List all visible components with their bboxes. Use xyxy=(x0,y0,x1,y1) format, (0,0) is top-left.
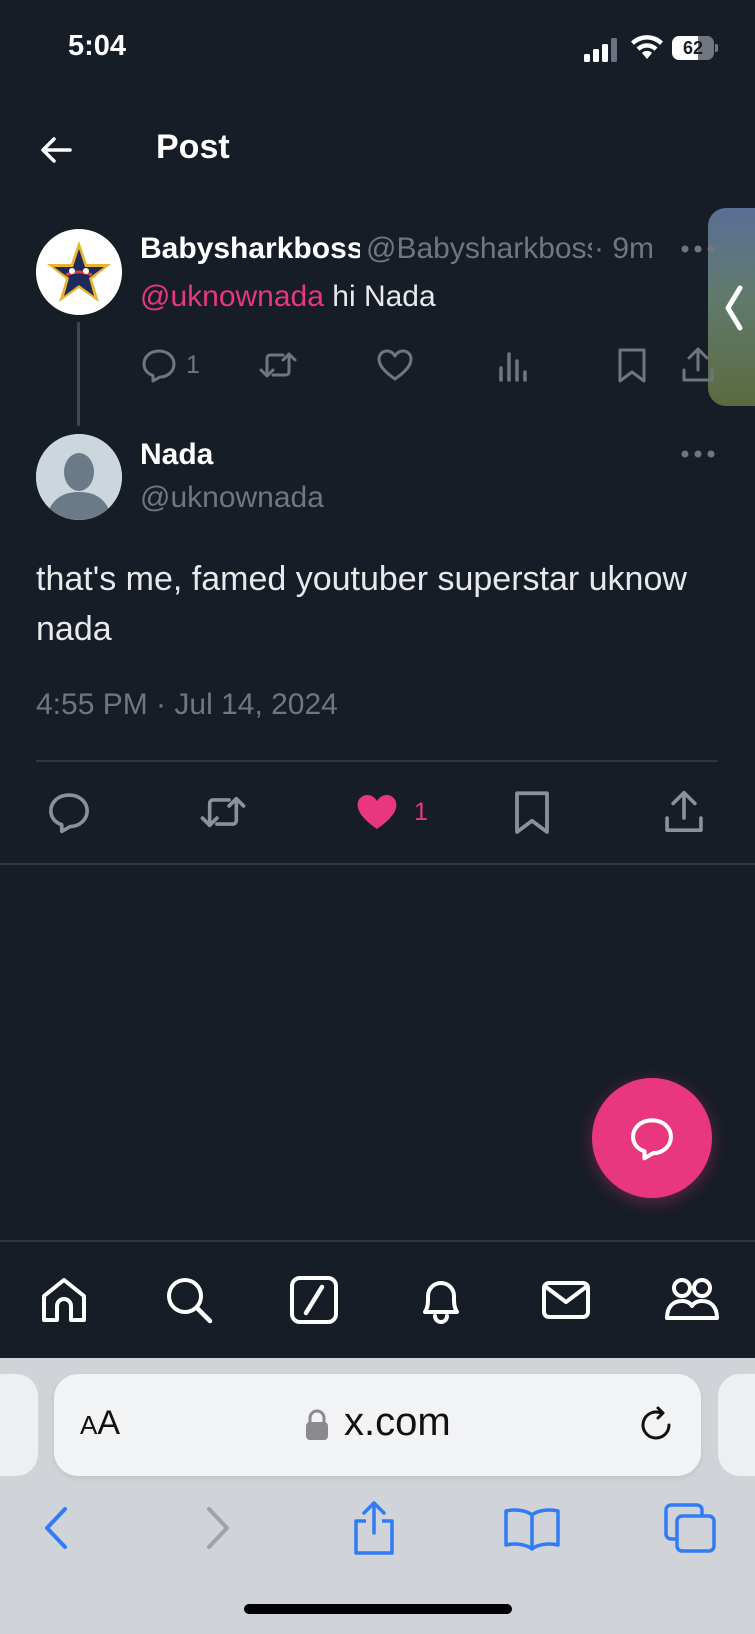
divider xyxy=(36,760,718,762)
browser-share-button[interactable] xyxy=(344,1498,404,1558)
bottom-tab-bar xyxy=(0,1240,755,1358)
divider xyxy=(0,863,755,865)
parent-views-button[interactable] xyxy=(496,345,532,385)
parent-tweet-text: @uknownada hi Nada xyxy=(140,280,436,314)
bookmark-button[interactable] xyxy=(512,785,552,839)
default-profile-icon xyxy=(36,434,122,520)
home-icon xyxy=(42,1278,86,1322)
repost-icon xyxy=(200,796,246,828)
like-button[interactable]: 1 xyxy=(354,785,428,839)
grok-icon xyxy=(290,1276,338,1324)
star-logo-icon xyxy=(36,229,122,315)
status-time: 5:04 xyxy=(68,30,127,62)
notifications-icon xyxy=(423,1281,459,1324)
reload-icon[interactable] xyxy=(637,1405,677,1445)
chevron-left-icon xyxy=(725,285,743,331)
browser-tabs-button[interactable] xyxy=(660,1498,720,1558)
thread-connector-line xyxy=(77,322,80,426)
parent-tweet-body: hi Nada xyxy=(323,280,436,313)
views-chart-icon xyxy=(499,352,527,382)
parent-repost-button[interactable] xyxy=(258,345,298,385)
next-tab-peek[interactable] xyxy=(718,1374,755,1476)
chevron-left-icon xyxy=(45,1507,67,1549)
browser-back-button[interactable] xyxy=(26,1498,86,1558)
main-author-name[interactable]: Nada xyxy=(140,438,213,472)
main-tweet-text: that's me, famed youtuber superstar ukno… xyxy=(36,560,687,648)
share-icon xyxy=(682,347,714,382)
share-icon xyxy=(354,1501,394,1555)
previous-tab-peek[interactable] xyxy=(0,1374,38,1476)
parent-action-bar: 1 xyxy=(140,345,720,385)
parent-reply-count: 1 xyxy=(186,350,200,379)
heart-icon xyxy=(377,349,413,381)
page-title: Post xyxy=(156,128,230,166)
home-indicator xyxy=(244,1604,512,1614)
parent-author-handle[interactable]: @Babysharkboss xyxy=(366,232,592,266)
parent-reply-button[interactable]: 1 xyxy=(140,345,200,385)
reply-icon xyxy=(49,793,89,834)
more-icon[interactable] xyxy=(680,449,716,459)
repost-icon xyxy=(259,352,297,378)
address-bar[interactable]: AA x.com xyxy=(54,1374,701,1476)
back-button[interactable] xyxy=(36,130,76,170)
url-text[interactable]: x.com xyxy=(344,1400,451,1445)
share-icon xyxy=(665,790,703,832)
tab-notifications[interactable] xyxy=(413,1272,469,1328)
tab-home[interactable] xyxy=(36,1272,92,1328)
search-icon xyxy=(167,1278,213,1324)
reply-compose-icon xyxy=(631,1118,673,1161)
browser-forward-button[interactable] xyxy=(188,1498,248,1558)
compose-reply-button[interactable] xyxy=(592,1078,712,1198)
reply-icon xyxy=(142,349,176,383)
main-author-handle[interactable]: @uknownada xyxy=(140,481,324,515)
arrow-left-icon xyxy=(41,137,72,163)
parent-share-button[interactable] xyxy=(680,345,716,385)
main-tweet-timestamp[interactable]: 4:55 PM · Jul 14, 2024 xyxy=(36,688,338,722)
bookmark-icon xyxy=(515,791,549,834)
book-icon xyxy=(504,1508,560,1551)
text-size-button[interactable]: AA xyxy=(80,1404,120,1443)
parent-bookmark-button[interactable] xyxy=(616,345,648,385)
parent-like-button[interactable] xyxy=(376,345,414,385)
messages-icon xyxy=(542,1281,590,1319)
main-avatar[interactable] xyxy=(36,434,122,520)
chevron-right-icon xyxy=(207,1507,229,1549)
browser-nav-bar xyxy=(0,1488,755,1568)
mention-link[interactable]: @uknownada xyxy=(140,280,324,313)
post-header: Post xyxy=(0,110,755,190)
more-icon[interactable] xyxy=(680,244,716,254)
status-bar: 5:04 62 xyxy=(0,0,755,100)
heart-filled-icon xyxy=(357,795,397,829)
tab-grok[interactable] xyxy=(286,1272,342,1328)
communities-icon xyxy=(665,1278,719,1320)
cellular-signal-icon xyxy=(584,38,617,62)
parent-author-name[interactable]: Babysharkboss xyxy=(140,232,360,266)
like-count: 1 xyxy=(414,797,428,826)
parent-avatar[interactable] xyxy=(36,229,122,315)
parent-time-ago[interactable]: · 9m xyxy=(594,232,654,266)
repost-button[interactable] xyxy=(198,785,248,839)
bookmark-icon xyxy=(618,348,646,383)
battery-indicator: 62 xyxy=(672,36,718,60)
tab-search[interactable] xyxy=(161,1272,217,1328)
tabs-icon xyxy=(664,1503,716,1553)
wifi-icon xyxy=(631,35,663,59)
main-action-bar: 1 xyxy=(0,785,755,839)
reply-button[interactable] xyxy=(46,785,92,839)
battery-percent: 62 xyxy=(682,38,704,58)
browser-toolbar: AA x.com xyxy=(0,1358,755,1634)
lock-icon xyxy=(306,1409,328,1440)
browser-bookmarks-button[interactable] xyxy=(502,1498,562,1558)
share-button[interactable] xyxy=(662,785,706,839)
tab-communities[interactable] xyxy=(664,1272,720,1328)
tab-messages[interactable] xyxy=(538,1272,594,1328)
